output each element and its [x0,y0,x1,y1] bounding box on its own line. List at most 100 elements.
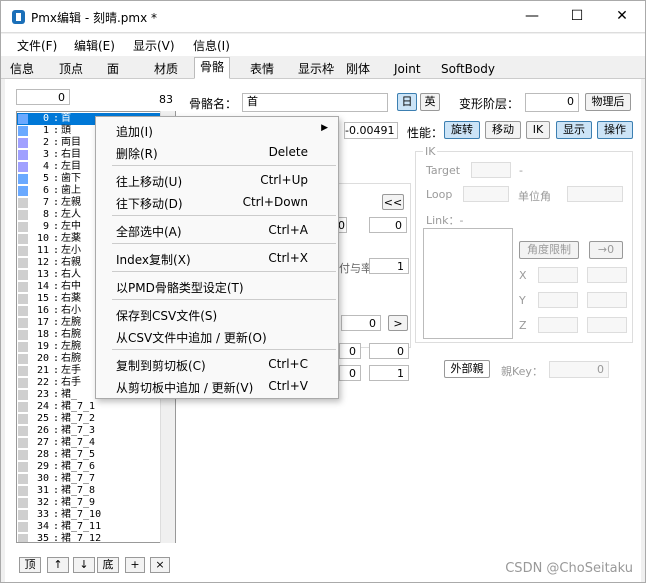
ctx-select-all[interactable]: 全部选中(A) [116,223,182,240]
minimize-button[interactable]: — [509,1,555,33]
reset-angle-button[interactable]: →0 [589,241,623,259]
after-physics-button[interactable]: 物理后 [585,93,631,111]
maximize-button[interactable]: ☐ [554,1,600,33]
lang-en-button[interactable]: 英 [420,93,440,111]
ctx-save-csv[interactable]: 保存到CSV文件(S) [116,307,217,324]
ik-toggle[interactable]: IK [526,121,550,139]
chevron-right-icon: ▶ [321,123,328,133]
ik-target-label: Target [426,164,461,177]
menu-edit[interactable]: 编辑(E) [74,37,115,54]
vec-field-a[interactable]: 0 [339,343,361,359]
tab-vertex[interactable]: 顶点 [53,59,89,79]
ik-z-max[interactable] [587,317,627,333]
bone-separator: : [53,185,60,196]
move-down-button[interactable]: ↓ [73,557,95,573]
ik-link-list[interactable] [423,228,513,339]
list-item[interactable]: 35: 裙_7_12 [17,533,175,542]
vec-field-c[interactable]: 0 [339,365,361,381]
tab-display-frame[interactable]: 显示枠 [292,59,340,79]
vec-field-d[interactable]: 1 [369,365,409,381]
parent-key-input[interactable]: 0 [549,361,609,378]
list-item[interactable]: 25: 裙_7_2 [17,413,175,425]
bone-name: 両目 [61,137,81,148]
grant-rate-input[interactable]: 1 [369,258,409,274]
ctx-copy-clipboard[interactable]: 复制到剪切板(C) [116,357,206,374]
list-item[interactable]: 29: 裙_7_6 [17,461,175,473]
next-button[interactable]: > [388,315,408,331]
ctx-move-down[interactable]: 往下移动(D) [116,195,183,212]
angle-limit-button[interactable]: 角度限制 [519,241,579,259]
ctx-pmd-type[interactable]: 以PMD骨骼类型设定(T) [116,279,244,296]
list-item[interactable]: 26: 裙_7_3 [17,425,175,437]
list-item[interactable]: 27: 裙_7_4 [17,437,175,449]
move-top-button[interactable]: 顶 [19,557,41,573]
move-toggle[interactable]: 移动 [485,121,521,139]
tab-softbody[interactable]: SoftBody [435,59,501,79]
bone-name: 右腕 [61,329,81,340]
bone-separator: : [53,461,60,472]
ctx-paste-shortcut: Ctrl+V [268,379,308,393]
grant-field-3[interactable]: 0 [341,315,381,331]
tab-joint[interactable]: Joint [388,59,427,79]
ik-y-max[interactable] [587,292,627,308]
list-search-input[interactable]: 0 [16,89,70,105]
menu-view[interactable]: 显示(V) [133,37,175,54]
list-item[interactable]: 33: 裙_7_10 [17,509,175,521]
move-up-button[interactable]: ↑ [47,557,69,573]
ik-group-title: IK [423,145,438,158]
deform-level-input[interactable]: 0 [525,93,579,112]
tab-info[interactable]: 信息 [4,59,40,79]
ik-loop-input[interactable] [463,186,509,202]
ik-x-min[interactable] [538,267,578,283]
vec-field-b[interactable]: 0 [369,343,409,359]
bone-separator: : [53,221,60,232]
ik-z-min[interactable] [538,317,578,333]
outer-parent-button[interactable]: 外部親 [444,360,490,378]
bone-separator: : [53,437,60,448]
tab-morph[interactable]: 表情 [244,59,280,79]
bone-name-input[interactable]: 首 [242,93,388,112]
ctx-delete[interactable]: 删除(R) [116,145,158,162]
bone-separator: : [53,245,60,256]
ik-unit-input[interactable] [567,186,623,202]
list-item[interactable]: 31: 裙_7_8 [17,485,175,497]
list-item[interactable]: 28: 裙_7_5 [17,449,175,461]
rotate-toggle[interactable]: 旋转 [444,121,480,139]
menu-file[interactable]: 文件(F) [17,37,57,54]
ik-y-min[interactable] [538,292,578,308]
list-item[interactable]: 24: 裙_7_1 [17,401,175,413]
bone-color-swatch [18,378,28,388]
list-item[interactable]: 34: 裙_7_11 [17,521,175,533]
grant-field-2[interactable]: 0 [369,217,407,233]
bone-color-swatch [18,198,28,208]
ctx-add[interactable]: 追加(I) [116,123,153,140]
add-button[interactable]: + [125,557,145,573]
tab-bone[interactable]: 骨骼 [194,57,231,79]
visible-toggle[interactable]: 显示 [556,121,592,139]
list-item[interactable]: 32: 裙_7_9 [17,497,175,509]
close-button[interactable]: ✕ [599,1,645,33]
bone-index: 29 [36,461,49,472]
ctx-paste-clipboard[interactable]: 从剪切板中追加 / 更新(V) [116,379,253,396]
tab-face[interactable]: 面 [101,59,125,79]
menu-info[interactable]: 信息(I) [193,37,230,54]
back-button[interactable]: << [382,194,404,210]
bone-index: 3 [42,149,49,160]
tab-material[interactable]: 材质 [148,59,184,79]
tab-rigidbody[interactable]: 刚体 [340,59,376,79]
ctx-load-csv[interactable]: 从CSV文件中追加 / 更新(O) [116,329,267,346]
bone-name: 左目 [61,161,81,172]
ik-x-max[interactable] [587,267,627,283]
lang-jp-button[interactable]: 日 [397,93,417,111]
bone-separator: : [53,281,60,292]
operable-toggle[interactable]: 操作 [597,121,633,139]
bone-index: 31 [36,485,49,496]
ctx-index-copy[interactable]: Index复制(X) [116,251,191,268]
bone-color-swatch [18,258,28,268]
bone-value-input[interactable]: -0.00491 [344,122,398,139]
ctx-move-up[interactable]: 往上移动(U) [116,173,182,190]
list-item[interactable]: 30: 裙_7_7 [17,473,175,485]
move-bottom-button[interactable]: 底 [97,557,119,573]
ik-target-input[interactable] [471,162,511,178]
delete-button[interactable]: × [150,557,170,573]
